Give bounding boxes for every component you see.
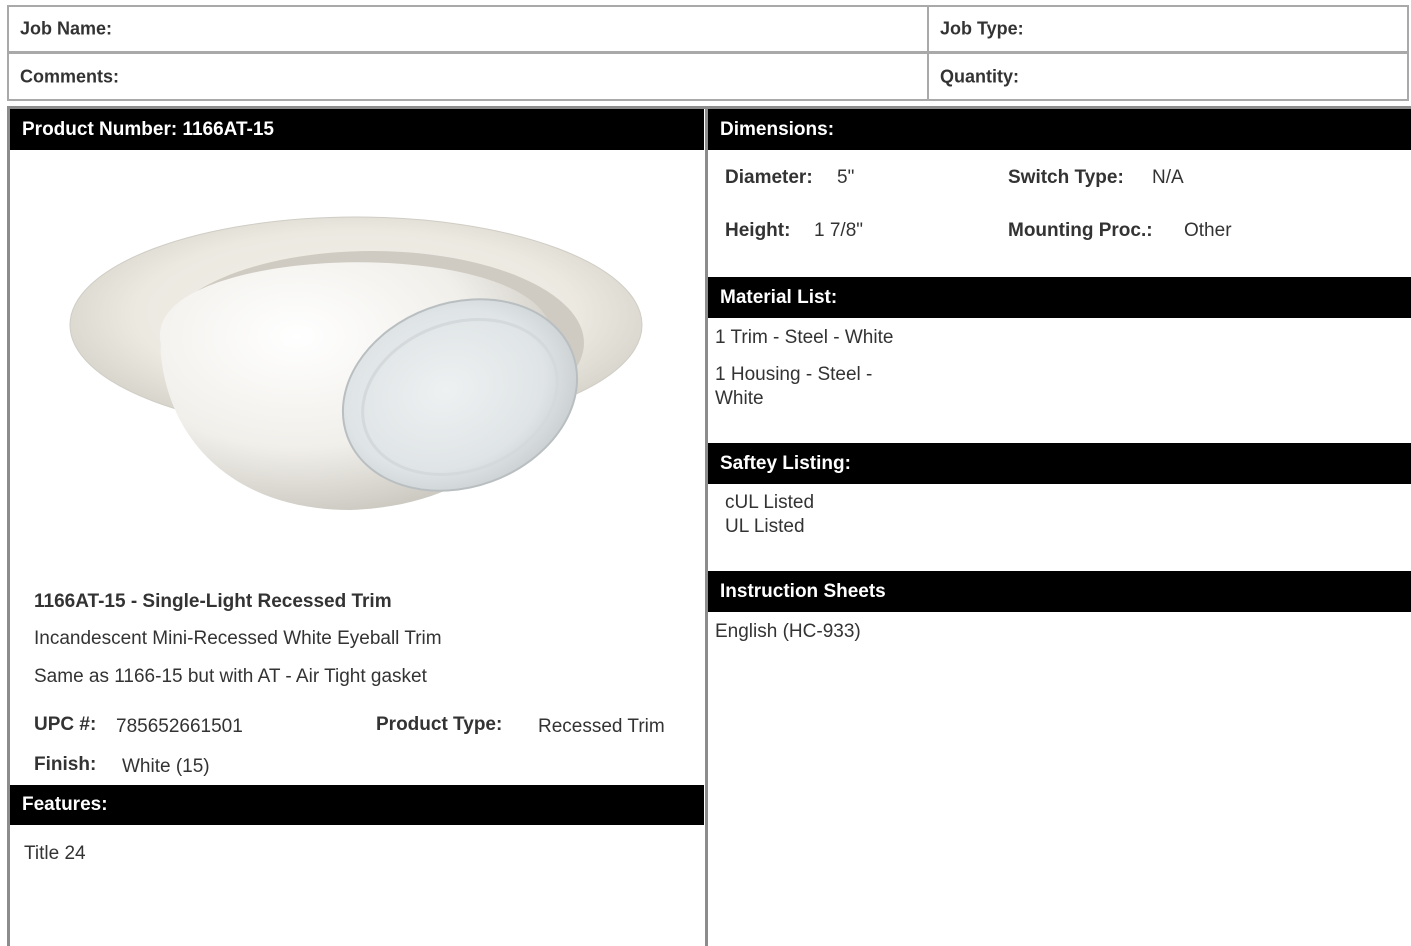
height-value: 1 7/8" <box>814 220 864 241</box>
dimensions-header: Dimensions: <box>708 109 1411 150</box>
quantity-label: Quantity: <box>940 66 1019 86</box>
product-type-label: Product Type: <box>376 714 503 735</box>
comments-cell: Comments: <box>7 52 929 101</box>
upc-label: UPC #: <box>34 714 97 735</box>
material-list-header-text: Material List: <box>720 286 838 308</box>
product-image <box>69 216 643 510</box>
finish-value: White (15) <box>122 756 210 777</box>
mounting-value: Other <box>1184 220 1232 241</box>
product-type-value: Recessed Trim <box>538 716 665 737</box>
comments-label: Comments: <box>20 66 120 86</box>
material-list-header: Material List: <box>708 277 1411 318</box>
features-header-text: Features: <box>22 794 108 815</box>
feature-item: Title 24 <box>24 843 86 864</box>
instruction-sheets-header: Instruction Sheets <box>708 571 1411 612</box>
features-header: Features: <box>10 785 704 825</box>
job-name-label: Job Name: <box>20 18 113 39</box>
material-item-trim: 1 Trim - Steel - White <box>715 327 894 348</box>
quantity-cell: Quantity: <box>927 52 1409 101</box>
upc-value: 785652661501 <box>116 716 243 737</box>
instruction-sheet-link-english[interactable]: English (HC-933) <box>715 621 861 643</box>
safety-item-cul: cUL Listed <box>725 492 815 513</box>
instruction-sheets-header-text: Instruction Sheets <box>720 580 886 602</box>
finish-label: Finish: <box>34 754 97 775</box>
job-type-cell: Job Type: <box>927 5 1409 53</box>
product-number-header: Product Number: 1166AT-15 <box>10 109 704 150</box>
diameter-label: Diameter: <box>725 167 813 188</box>
mounting-label: Mounting Proc.: <box>1008 220 1153 241</box>
height-label: Height: <box>725 220 791 241</box>
product-description-1: Incandescent Mini-Recessed White Eyeball… <box>34 628 442 649</box>
material-item-housing-line1: 1 Housing - Steel - <box>715 364 873 385</box>
job-type-label: Job Type: <box>940 18 1024 39</box>
safety-listing-header: Saftey Listing: <box>708 443 1411 484</box>
product-description-2: Same as 1166-15 but with AT - Air Tight … <box>34 666 427 687</box>
switch-type-value: N/A <box>1152 167 1184 188</box>
material-item-housing-line2: White <box>715 388 764 409</box>
switch-type-label: Switch Type: <box>1008 167 1124 188</box>
product-number-text: Product Number: 1166AT-15 <box>22 118 275 140</box>
safety-item-ul: UL Listed <box>725 516 805 537</box>
job-name-cell: Job Name: <box>7 5 929 53</box>
diameter-value: 5" <box>837 167 855 188</box>
safety-listing-header-text: Saftey Listing: <box>720 452 851 474</box>
product-title: 1166AT-15 - Single-Light Recessed Trim <box>34 591 392 612</box>
dimensions-header-text: Dimensions: <box>720 118 835 140</box>
